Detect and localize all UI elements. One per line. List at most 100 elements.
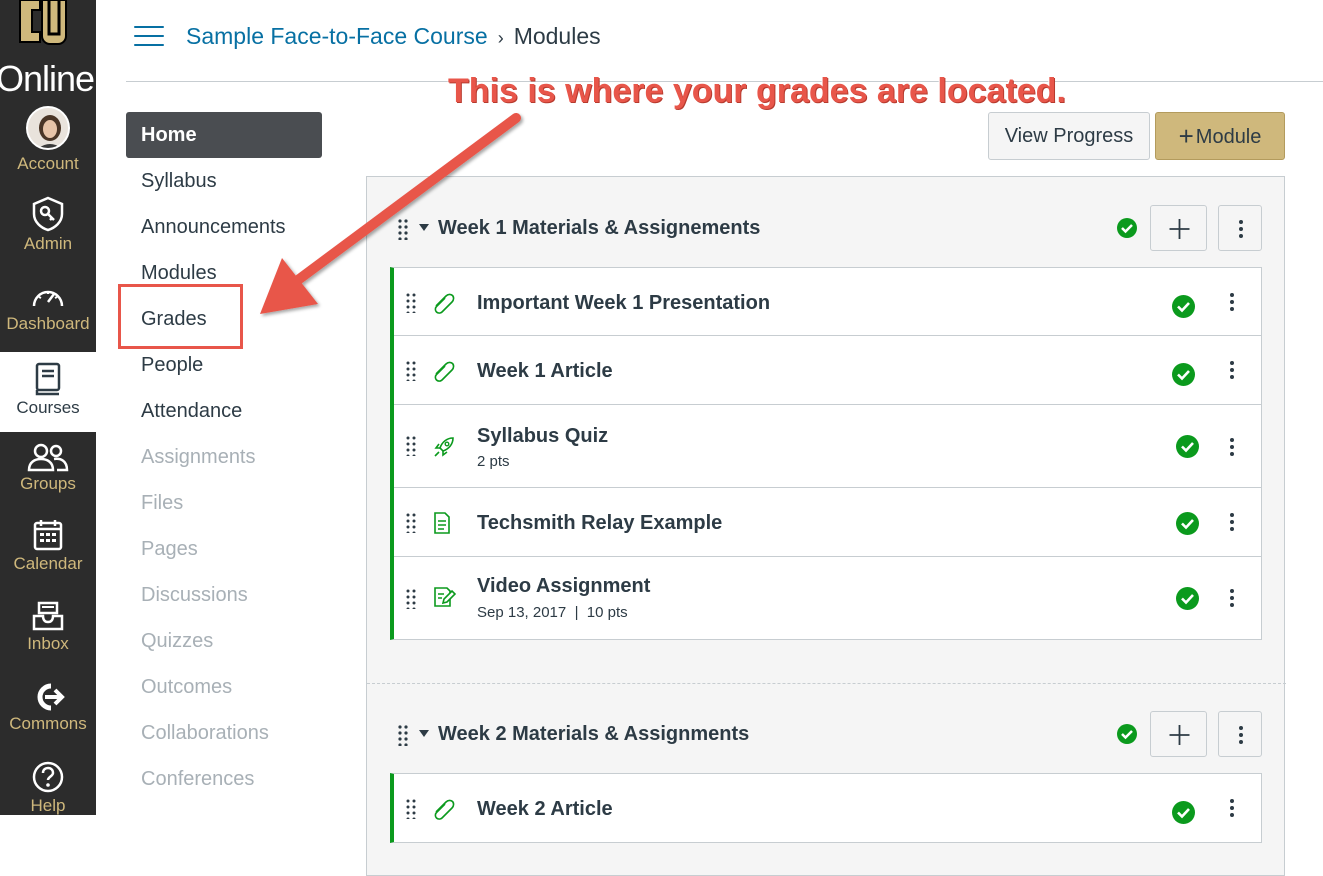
kebab-icon[interactable] [1229,512,1235,532]
plus-icon: + [1178,121,1194,151]
nav-commons[interactable]: Commons [0,682,96,734]
rocket-icon [434,437,454,457]
drag-handle-icon[interactable] [405,361,417,381]
global-nav: Online Account Admin Dashboard Courses G… [0,0,96,815]
course-nav-files[interactable]: Files [126,480,322,526]
inbox-icon [32,601,64,631]
plus-icon [1169,725,1190,745]
course-nav-quizzes[interactable]: Quizzes [126,618,322,664]
module-menu-button[interactable] [1218,205,1262,251]
list-item[interactable]: Week 2 Article [394,774,1261,842]
paperclip-icon [434,799,455,820]
module-menu-button[interactable] [1218,711,1262,757]
nav-admin[interactable]: Admin [0,196,96,254]
drag-handle-icon[interactable] [405,513,417,533]
kebab-icon[interactable] [1229,360,1235,380]
course-nav-pages[interactable]: Pages [126,526,322,572]
list-item[interactable]: Video Assignment Sep 13, 2017 | 10 pts [394,557,1261,639]
drag-handle-icon[interactable] [405,436,417,456]
nav-help-label: Help [30,796,66,815]
people-icon [27,443,69,472]
add-module-button[interactable]: + Module [1155,112,1285,160]
nav-help[interactable]: Help [0,760,96,816]
drag-handle-icon[interactable] [405,589,417,609]
published-check-icon[interactable] [1172,801,1195,824]
annotation-text: This is where your grades are located. [448,72,1066,110]
speedometer-icon [32,290,64,307]
list-item[interactable]: Week 1 Article [394,336,1261,405]
nav-courses[interactable]: Courses [0,352,96,432]
item-due-points: Sep 13, 2017 | 10 pts [477,604,628,621]
annotation-arrow [260,113,521,314]
paperclip-icon [434,361,455,382]
published-check-icon[interactable] [1117,724,1137,744]
published-check-icon[interactable] [1176,435,1199,458]
breadcrumb-separator: › [497,28,504,48]
collapse-caret-icon[interactable] [419,730,429,737]
published-check-icon[interactable] [1172,295,1195,318]
breadcrumb-current: Modules [513,23,601,49]
page-header: Sample Face-to-Face Course › Modules [126,0,1323,82]
published-check-icon[interactable] [1176,512,1199,535]
nav-commons-label: Commons [9,714,87,733]
add-item-button[interactable] [1150,711,1207,757]
course-nav-assignments[interactable]: Assignments [126,434,322,480]
course-nav-discussions[interactable]: Discussions [126,572,322,618]
nav-account[interactable]: Account [0,106,96,174]
list-item[interactable]: Syllabus Quiz 2 pts [394,405,1261,488]
published-check-icon[interactable] [1117,218,1137,238]
list-item[interactable]: Techsmith Relay Example [394,488,1261,557]
breadcrumb: Sample Face-to-Face Course › Modules [186,23,601,50]
kebab-icon [1239,220,1243,238]
kebab-icon[interactable] [1229,588,1235,608]
nav-inbox[interactable]: Inbox [0,600,96,654]
brand-text: Online [0,58,95,99]
drag-handle-icon[interactable] [397,724,409,746]
cu-online-logo[interactable]: Online [0,0,96,100]
module-header[interactable]: Week 2 Materials & Assignments [367,706,1286,766]
kebab-icon[interactable] [1229,437,1235,457]
item-title[interactable]: Week 1 Article [477,360,613,383]
document-icon [434,512,450,534]
nav-calendar-label: Calendar [13,554,83,573]
commons-icon [37,683,65,711]
item-points: 2 pts [477,453,510,470]
nav-dashboard-label: Dashboard [6,314,90,333]
nav-calendar[interactable]: Calendar [0,518,96,574]
item-title[interactable]: Week 2 Article [477,798,613,821]
breadcrumb-course-link[interactable]: Sample Face-to-Face Course [186,23,488,49]
plus-icon [1169,219,1190,239]
view-progress-button[interactable]: View Progress [988,112,1150,160]
course-nav-attendance[interactable]: Attendance [126,388,322,434]
published-check-icon[interactable] [1172,363,1195,386]
nav-inbox-label: Inbox [27,634,69,653]
add-item-button[interactable] [1150,205,1207,251]
question-icon [32,761,64,793]
hamburger-menu-icon[interactable] [134,26,164,48]
published-check-icon[interactable] [1176,587,1199,610]
add-module-label: Module [1195,126,1262,148]
grades-highlight-box [118,284,243,349]
item-title[interactable]: Techsmith Relay Example [477,512,722,535]
item-title[interactable]: Syllabus Quiz [477,425,608,448]
nav-account-label: Account [17,154,79,173]
calendar-icon [33,520,63,551]
shield-key-icon [32,196,64,232]
nav-groups[interactable]: Groups [0,442,96,494]
cu-logo-icon [19,0,67,45]
module-divider [367,683,1286,684]
nav-dashboard[interactable]: Dashboard [0,284,96,334]
item-title[interactable]: Video Assignment [477,575,650,598]
avatar [26,106,70,150]
book-icon [35,362,61,396]
nav-admin-label: Admin [23,234,73,253]
nav-groups-label: Groups [20,474,76,493]
drag-handle-icon[interactable] [405,799,417,819]
kebab-icon[interactable] [1229,292,1235,312]
kebab-icon[interactable] [1229,798,1235,818]
assignment-icon [434,587,456,607]
course-nav-outcomes[interactable]: Outcomes [126,664,322,710]
course-nav-collaborations[interactable]: Collaborations [126,710,322,756]
kebab-icon [1239,726,1243,744]
course-nav-conferences[interactable]: Conferences [126,756,322,802]
